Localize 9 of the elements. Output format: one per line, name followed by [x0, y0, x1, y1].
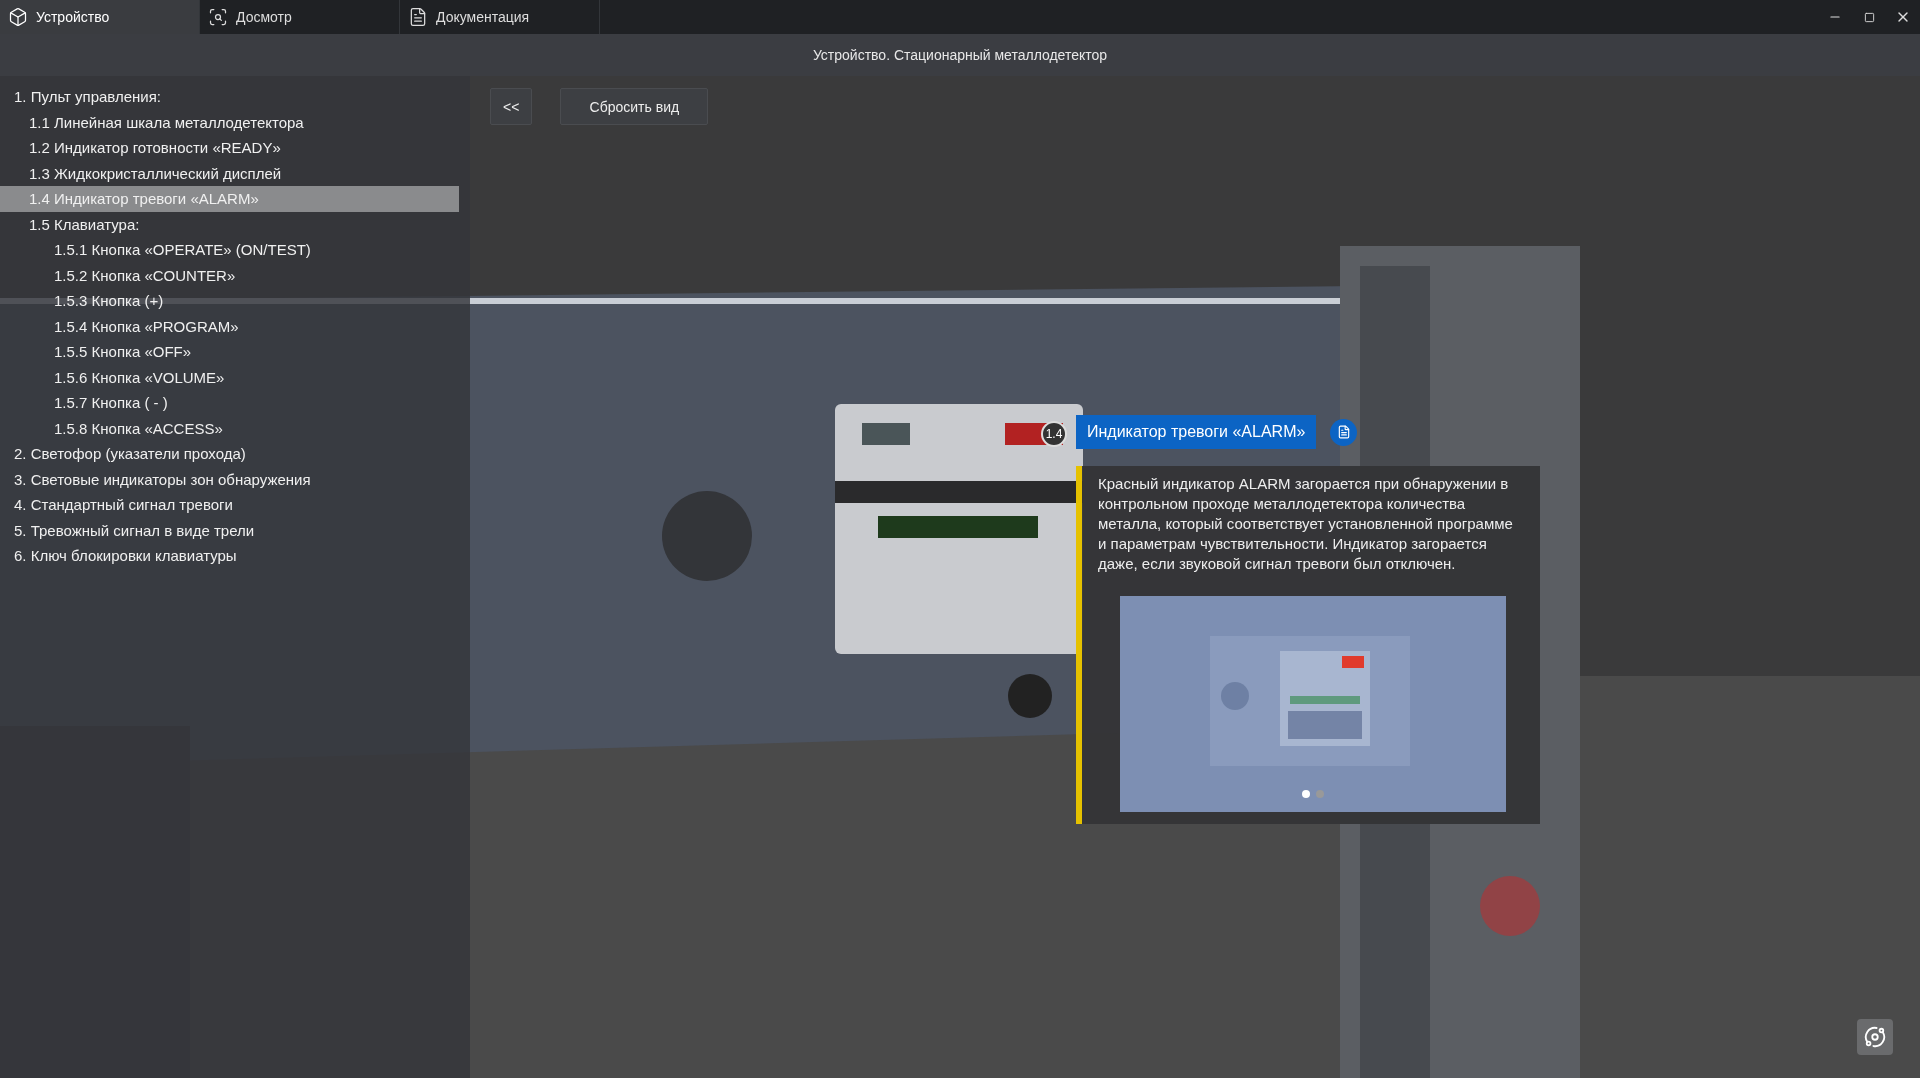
document-icon: [408, 7, 428, 27]
tab-label: Досмотр: [236, 9, 292, 25]
tab-label: Документация: [436, 9, 530, 25]
tab[interactable]: Устройство: [0, 0, 200, 34]
cube-search-icon: [208, 7, 228, 27]
cube-icon: [8, 7, 28, 27]
maximize-icon: [1863, 11, 1875, 23]
window-title: Устройство. Стационарный металлодетектор: [812, 47, 1108, 63]
tab-label: Устройство: [36, 9, 110, 25]
